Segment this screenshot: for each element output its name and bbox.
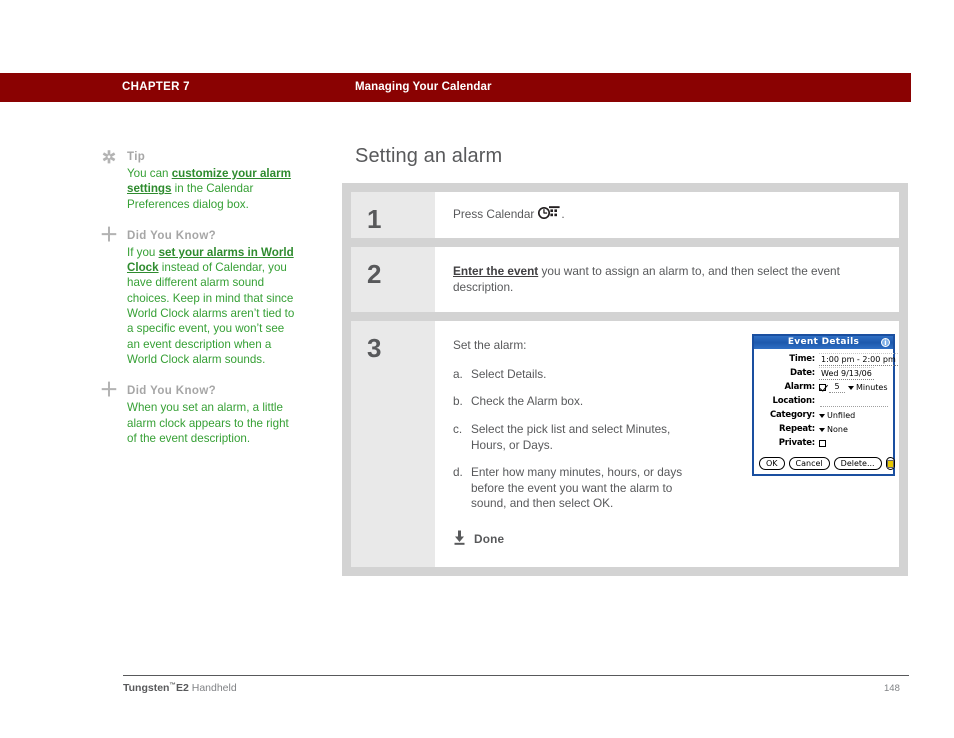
chevron-down-icon[interactable]	[819, 413, 825, 418]
step-content: Press Calendar .	[435, 192, 899, 238]
plus-icon: ＋	[99, 224, 119, 246]
dialog-field-private: Private:	[757, 437, 888, 450]
dialog-field-category: Category: Unfiled	[757, 409, 888, 422]
substep-c: c. Select the pick list and select Minut…	[453, 422, 708, 453]
step-text: Press Calendar	[453, 207, 535, 222]
delete-button[interactable]: Delete...	[833, 457, 882, 471]
alarm-checkbox[interactable]	[819, 384, 826, 392]
chevron-down-icon[interactable]	[819, 427, 825, 432]
repeat-value[interactable]: None	[827, 422, 848, 438]
steps-panel: 1 Press Calendar . 2 Enter the event you…	[342, 183, 908, 576]
dialog-field-date: Date: Wed 9/13/06	[757, 367, 888, 381]
substep-text: Select Details.	[471, 366, 547, 381]
dialog-button-bar: OK Cancel Delete...	[754, 455, 895, 474]
substep-text: Enter how many minutes, hours, or days b…	[471, 465, 683, 511]
footer-model: E2	[175, 682, 189, 694]
dialog-titlebar: Event Details i	[754, 336, 893, 350]
dialog-field-location: Location:	[757, 395, 888, 408]
private-label: Private:	[778, 437, 815, 448]
event-details-dialog: Event Details i Time: 1:00 pm - 2:00 pm …	[752, 334, 898, 477]
page-number: 148	[884, 683, 900, 694]
dialog-field-alarm: Alarm: 5 Minutes	[757, 381, 888, 394]
tip-heading: Tip	[127, 151, 146, 163]
step-row-2: 2 Enter the event you want to assign an …	[351, 247, 899, 313]
chapter-title: Managing Your Calendar	[355, 81, 492, 93]
step-number: 2	[351, 247, 435, 313]
cancel-button[interactable]: Cancel	[788, 457, 830, 471]
substep-text: Check the Alarm box.	[471, 394, 584, 409]
substep-letter: a.	[453, 366, 463, 381]
tip-body: If you set your alarms in World Clock in…	[127, 245, 299, 367]
step-number: 3	[351, 321, 435, 567]
footer-product: Tungsten™E2 Handheld	[123, 682, 237, 694]
location-input[interactable]	[820, 397, 888, 407]
tip-block-3: ＋ Did You Know? When you set an alarm, a…	[99, 380, 299, 446]
substep-letter: c.	[453, 421, 463, 436]
tip-block-2: ＋ Did You Know? If you set your alarms i…	[99, 224, 299, 367]
sidebar-tips: ✲ Tip You can customize your alarm setti…	[99, 148, 299, 463]
substep-text: Select the pick list and select Minutes,…	[471, 421, 671, 452]
info-icon[interactable]: i	[881, 338, 890, 348]
tip-text-after: instead of Calendar, you have different …	[127, 261, 295, 366]
dialog-title: Event Details	[787, 337, 860, 348]
page-title: Setting an alarm	[355, 145, 503, 167]
tip-body: When you set an alarm, a little alarm cl…	[127, 401, 289, 445]
note-glyph	[886, 459, 894, 468]
tip-text-before: If you	[127, 245, 159, 259]
step-row-1: 1 Press Calendar .	[351, 192, 899, 238]
tip-heading: Did You Know?	[127, 385, 217, 398]
substep-d: d. Enter how many minutes, hours, or day…	[453, 465, 708, 512]
date-value[interactable]: Wed 9/13/06	[819, 367, 874, 381]
step-link[interactable]: Enter the event	[453, 264, 538, 278]
step-row-3: 3 Set the alarm: a. Select Details. b. C…	[351, 321, 899, 567]
time-value[interactable]: 1:00 pm - 2:00 pm	[819, 353, 898, 367]
done-row: Done	[453, 530, 881, 550]
calendar-app-icon	[538, 206, 560, 224]
tip-text-before: You can	[127, 167, 172, 180]
chapter-label: CHAPTER 7	[122, 81, 190, 93]
note-icon[interactable]	[885, 457, 895, 471]
footer-product-name: Tungsten	[123, 682, 170, 694]
alarm-amount-input[interactable]: 5	[829, 382, 845, 394]
asterisk-icon: ✲	[101, 148, 117, 167]
plus-icon: ＋	[99, 380, 119, 402]
tip-block-1: ✲ Tip You can customize your alarm setti…	[99, 148, 299, 212]
dialog-field-repeat: Repeat: None	[757, 423, 888, 436]
substep-a: a. Select Details.	[453, 367, 708, 383]
step-number: 1	[351, 192, 435, 238]
substep-letter: d.	[453, 465, 463, 480]
step-text-after: .	[561, 207, 565, 222]
footer-divider	[123, 675, 909, 676]
step-content: Enter the event you want to assign an al…	[435, 247, 899, 313]
alarm-unit-value[interactable]: Minutes	[856, 380, 888, 396]
tip-body: You can customize your alarm settings in…	[127, 166, 299, 212]
tip-heading: Did You Know?	[127, 229, 217, 242]
footer-kind: Handheld	[191, 682, 237, 694]
substep-letter: b.	[453, 394, 463, 409]
dialog-body: Time: 1:00 pm - 2:00 pm Date: Wed 9/13/0…	[754, 349, 898, 455]
dialog-field-time: Time: 1:00 pm - 2:00 pm	[757, 353, 898, 367]
step-content: Set the alarm: a. Select Details. b. Che…	[435, 321, 899, 567]
ok-button[interactable]: OK	[759, 457, 785, 471]
private-checkbox[interactable]	[819, 440, 826, 448]
chevron-down-icon[interactable]	[848, 385, 854, 390]
substep-list: a. Select Details. b. Check the Alarm bo…	[453, 367, 708, 512]
done-label: Done	[474, 531, 505, 546]
download-arrow-icon	[453, 530, 466, 550]
substep-b: b. Check the Alarm box.	[453, 394, 708, 410]
